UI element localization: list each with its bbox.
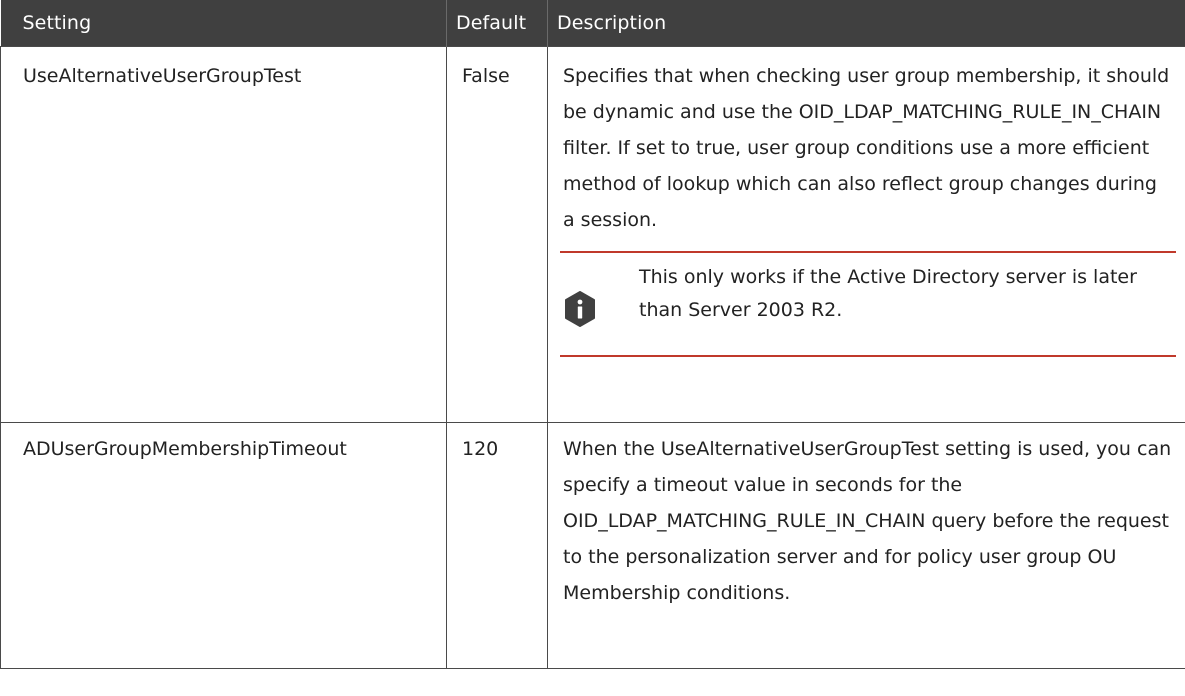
note-callout: This only works if the Active Directory … — [560, 251, 1176, 357]
column-header-default: Default — [446, 0, 548, 47]
settings-table: Setting Default Description UseAlternati… — [0, 0, 1185, 669]
description-text: Specifies that when checking user group … — [563, 65, 1170, 231]
column-header-setting: Setting — [0, 0, 447, 47]
setting-name-cell: UseAlternativeUserGroupTest — [0, 46, 447, 423]
info-icon — [565, 291, 595, 327]
table-row: ADUserGroupMembershipTimeout 120 When th… — [0, 422, 1185, 669]
setting-name-cell: ADUserGroupMembershipTimeout — [0, 422, 447, 669]
table-header: Setting Default Description — [0, 0, 1185, 47]
table-row: UseAlternativeUserGroupTest False Specif… — [0, 46, 1185, 423]
description-cell: When the UseAlternativeUserGroupTest set… — [547, 422, 1185, 669]
description-cell: Specifies that when checking user group … — [547, 46, 1185, 423]
description-text: When the UseAlternativeUserGroupTest set… — [563, 438, 1172, 604]
header-row: Setting Default Description — [0, 0, 1185, 47]
column-header-description: Description — [547, 0, 1185, 47]
note-text: This only works if the Active Directory … — [639, 266, 1137, 321]
table-body: UseAlternativeUserGroupTest False Specif… — [0, 46, 1185, 669]
default-value-cell: 120 — [446, 422, 548, 669]
default-value-cell: False — [446, 46, 548, 423]
